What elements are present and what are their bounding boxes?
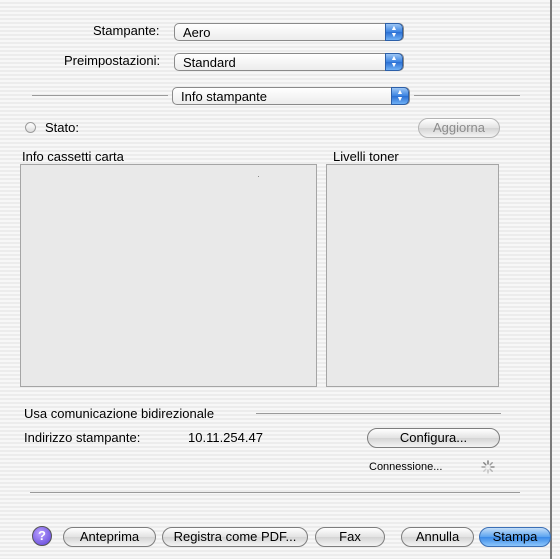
separator-left (32, 95, 168, 96)
print-dialog: Stampante: Aero ▲ ▼ Preimpostazioni: Stan… (0, 0, 552, 559)
paper-trays-label: Info cassetti carta (22, 149, 124, 164)
printer-popup[interactable]: Aero ▲ ▼ (174, 23, 404, 41)
toner-levels-box (326, 164, 499, 387)
status-indicator-icon (25, 122, 36, 133)
fax-button[interactable]: Fax (315, 527, 385, 547)
cancel-button[interactable]: Annulla (401, 527, 474, 547)
configure-button[interactable]: Configura... (367, 428, 500, 448)
paper-trays-box (20, 164, 317, 387)
presets-label: Preimpostazioni: (64, 53, 161, 68)
presets-popup[interactable]: Standard ▲ ▼ (174, 53, 404, 71)
panel-popup[interactable]: Info stampante ▲ ▼ (172, 87, 410, 105)
connection-label: Connessione... (369, 461, 443, 473)
status-label: Stato: (45, 120, 79, 135)
popup-arrows-icon: ▲ ▼ (385, 53, 403, 71)
spinner-icon (481, 460, 495, 474)
printer-value: Aero (183, 25, 211, 40)
save-as-pdf-button[interactable]: Registra come PDF... (162, 527, 308, 547)
printer-label: Stampante: (93, 23, 160, 38)
popup-arrows-icon: ▲ ▼ (385, 23, 403, 41)
panel-value: Info stampante (181, 89, 267, 104)
separator-right (414, 95, 520, 96)
refresh-button[interactable]: Aggiorna (418, 118, 500, 138)
presets-value: Standard (183, 55, 236, 70)
bottom-separator (30, 492, 520, 493)
popup-arrows-icon: ▲ ▼ (391, 87, 409, 105)
help-button[interactable]: ? (32, 526, 52, 546)
address-value: 10.11.254.47 (188, 430, 263, 445)
address-label: Indirizzo stampante: (24, 430, 141, 445)
toner-levels-label: Livelli toner (333, 149, 399, 164)
bidirectional-label: Usa comunicazione bidirezionale (24, 406, 215, 421)
bidirectional-separator (256, 413, 501, 414)
print-button[interactable]: Stampa (479, 527, 551, 547)
preview-button[interactable]: Anteprima (63, 527, 156, 547)
